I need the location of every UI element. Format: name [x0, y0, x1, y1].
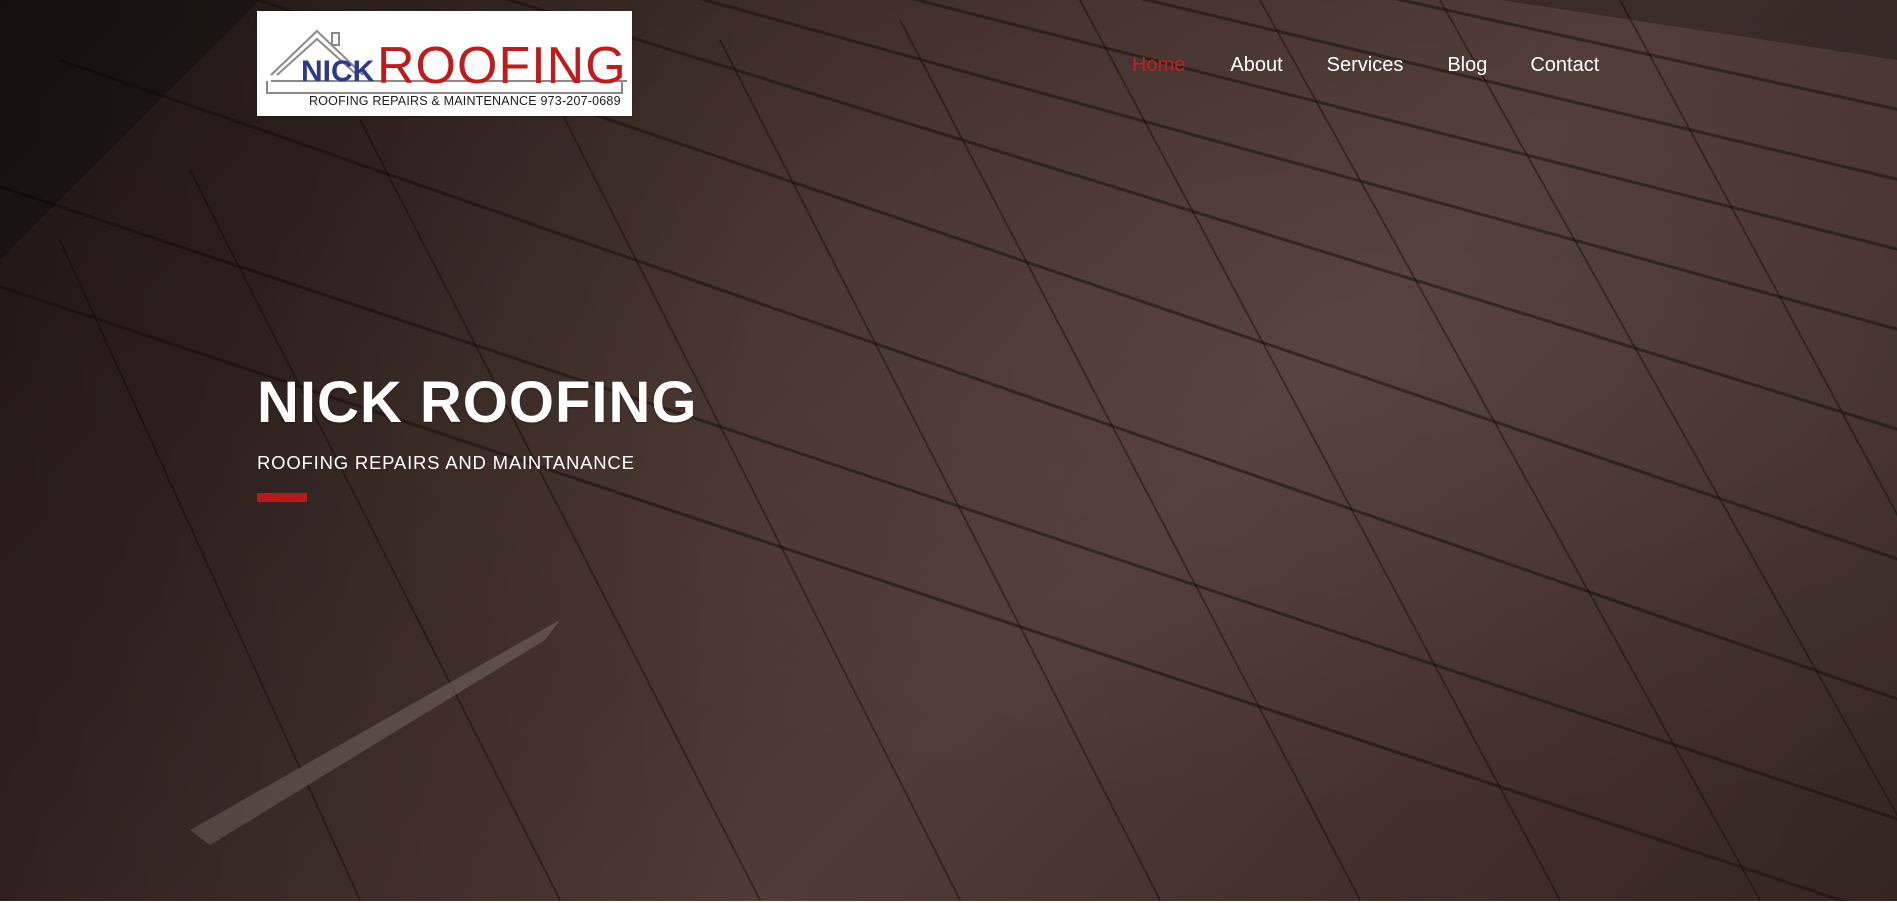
nav-link-blog[interactable]: Blog: [1447, 52, 1487, 78]
nav-link-about[interactable]: About: [1230, 52, 1282, 78]
hero-accent-bar: [257, 493, 307, 502]
hero-subtitle: ROOFING REPAIRS AND MAINTANANCE: [257, 452, 635, 473]
nav-link-services[interactable]: Services: [1327, 52, 1404, 78]
logo-tagline: ROOFING REPAIRS & MAINTENANCE 973-207-06…: [309, 94, 621, 108]
logo-brand-first: NICK: [301, 55, 375, 88]
hero-title: NICK ROOFING: [257, 370, 698, 435]
site-logo[interactable]: NICK ROOFING ROOFING REPAIRS & MAINTENAN…: [257, 11, 632, 116]
nav-link-home[interactable]: Home: [1132, 52, 1185, 78]
main-navigation: Home About Services Blog Contact: [1132, 52, 1599, 78]
nav-link-contact[interactable]: Contact: [1530, 52, 1599, 78]
logo-brand-second: ROOFING: [377, 37, 627, 95]
